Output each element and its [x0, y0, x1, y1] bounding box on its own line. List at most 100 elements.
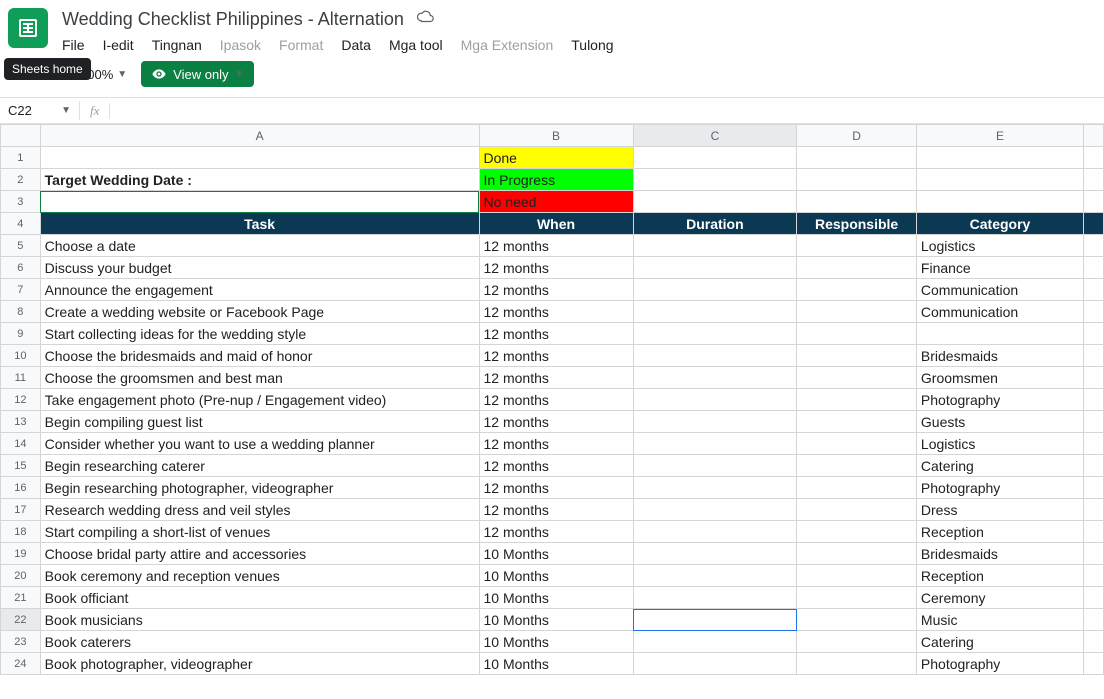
row-header[interactable]: 19	[1, 543, 41, 565]
category-cell[interactable]: Groomsmen	[916, 367, 1083, 389]
cell[interactable]	[633, 433, 797, 455]
table-header-task[interactable]: Task	[40, 213, 479, 235]
target-date-input[interactable]	[40, 191, 479, 213]
category-cell[interactable]: Logistics	[916, 235, 1083, 257]
cell[interactable]	[1084, 213, 1104, 235]
row-header[interactable]: 3	[1, 191, 41, 213]
cell[interactable]	[1084, 587, 1104, 609]
task-cell[interactable]: Start compiling a short-list of venues	[40, 521, 479, 543]
cell[interactable]	[797, 169, 917, 191]
duration-cell[interactable]	[797, 301, 917, 323]
col-header-D[interactable]: D	[797, 125, 917, 147]
formula-bar[interactable]	[110, 98, 1104, 123]
when-cell[interactable]: 12 months	[479, 367, 633, 389]
duration-cell[interactable]	[797, 477, 917, 499]
task-cell[interactable]: Book musicians	[40, 609, 479, 631]
when-cell[interactable]: 12 months	[479, 345, 633, 367]
when-cell[interactable]: 12 months	[479, 301, 633, 323]
menu-item-tingnan[interactable]: Tingnan	[152, 37, 202, 53]
when-cell[interactable]: 10 Months	[479, 543, 633, 565]
row-header[interactable]: 2	[1, 169, 41, 191]
cell[interactable]	[633, 521, 797, 543]
row-header[interactable]: 9	[1, 323, 41, 345]
spreadsheet-grid[interactable]: A B C D E 1Done2Target Wedding Date :In …	[0, 124, 1104, 675]
row-header[interactable]: 7	[1, 279, 41, 301]
task-cell[interactable]: Begin compiling guest list	[40, 411, 479, 433]
duration-cell[interactable]	[797, 279, 917, 301]
cell[interactable]	[1084, 191, 1104, 213]
row-header[interactable]: 17	[1, 499, 41, 521]
table-header-category[interactable]: Category	[916, 213, 1083, 235]
col-header-A[interactable]: A	[40, 125, 479, 147]
status-no-need[interactable]: No need	[479, 191, 633, 213]
cell[interactable]	[633, 587, 797, 609]
category-cell[interactable]: Photography	[916, 653, 1083, 675]
task-cell[interactable]: Begin researching caterer	[40, 455, 479, 477]
category-cell[interactable]	[916, 323, 1083, 345]
row-header[interactable]: 21	[1, 587, 41, 609]
task-cell[interactable]: Book photographer, videographer	[40, 653, 479, 675]
cell[interactable]	[633, 499, 797, 521]
cell[interactable]	[633, 279, 797, 301]
cell[interactable]	[1084, 521, 1104, 543]
duration-cell[interactable]	[797, 257, 917, 279]
table-header-when[interactable]: When	[479, 213, 633, 235]
menu-item-data[interactable]: Data	[341, 37, 371, 53]
category-cell[interactable]: Reception	[916, 565, 1083, 587]
row-header[interactable]: 12	[1, 389, 41, 411]
task-cell[interactable]: Choose bridal party attire and accessori…	[40, 543, 479, 565]
category-cell[interactable]: Reception	[916, 521, 1083, 543]
row-header[interactable]: 14	[1, 433, 41, 455]
category-cell[interactable]: Music	[916, 609, 1083, 631]
cell[interactable]	[1084, 631, 1104, 653]
duration-cell[interactable]	[797, 433, 917, 455]
when-cell[interactable]: 12 months	[479, 323, 633, 345]
duration-cell[interactable]	[797, 499, 917, 521]
cell[interactable]	[1084, 653, 1104, 675]
cell[interactable]	[633, 455, 797, 477]
category-cell[interactable]: Communication	[916, 279, 1083, 301]
duration-cell[interactable]	[797, 235, 917, 257]
task-cell[interactable]: Consider whether you want to use a weddi…	[40, 433, 479, 455]
menu-item-i-edit[interactable]: I-edit	[103, 37, 134, 53]
task-cell[interactable]: Start collecting ideas for the wedding s…	[40, 323, 479, 345]
cell[interactable]	[1084, 565, 1104, 587]
task-cell[interactable]: Choose the bridesmaids and maid of honor	[40, 345, 479, 367]
status-in-progress[interactable]: In Progress	[479, 169, 633, 191]
task-cell[interactable]: Book caterers	[40, 631, 479, 653]
cell[interactable]	[1084, 235, 1104, 257]
when-cell[interactable]: 12 months	[479, 411, 633, 433]
category-cell[interactable]: Bridesmaids	[916, 543, 1083, 565]
task-cell[interactable]: Take engagement photo (Pre-nup / Engagem…	[40, 389, 479, 411]
duration-cell[interactable]	[797, 345, 917, 367]
cell[interactable]	[916, 147, 1083, 169]
row-header[interactable]: 6	[1, 257, 41, 279]
cell[interactable]	[1084, 433, 1104, 455]
table-header-responsible[interactable]: Responsible	[797, 213, 917, 235]
duration-cell[interactable]	[797, 521, 917, 543]
row-header[interactable]: 5	[1, 235, 41, 257]
cell[interactable]	[1084, 389, 1104, 411]
menu-item-file[interactable]: File	[62, 37, 85, 53]
cell[interactable]	[1084, 543, 1104, 565]
cell[interactable]	[1084, 257, 1104, 279]
task-cell[interactable]: Book officiant	[40, 587, 479, 609]
row-header[interactable]: 8	[1, 301, 41, 323]
duration-cell[interactable]	[797, 565, 917, 587]
cell[interactable]	[797, 191, 917, 213]
document-title[interactable]: Wedding Checklist Philippines - Alternat…	[62, 9, 404, 30]
cell[interactable]	[633, 653, 797, 675]
category-cell[interactable]: Finance	[916, 257, 1083, 279]
category-cell[interactable]: Dress	[916, 499, 1083, 521]
when-cell[interactable]: 12 months	[479, 279, 633, 301]
when-cell[interactable]: 12 months	[479, 521, 633, 543]
row-header[interactable]: 13	[1, 411, 41, 433]
when-cell[interactable]: 12 months	[479, 455, 633, 477]
row-header[interactable]: 22	[1, 609, 41, 631]
when-cell[interactable]: 10 Months	[479, 631, 633, 653]
cell[interactable]	[633, 565, 797, 587]
target-date-label[interactable]: Target Wedding Date :	[40, 169, 479, 191]
row-header[interactable]: 16	[1, 477, 41, 499]
row-header[interactable]: 18	[1, 521, 41, 543]
cell[interactable]	[1084, 609, 1104, 631]
